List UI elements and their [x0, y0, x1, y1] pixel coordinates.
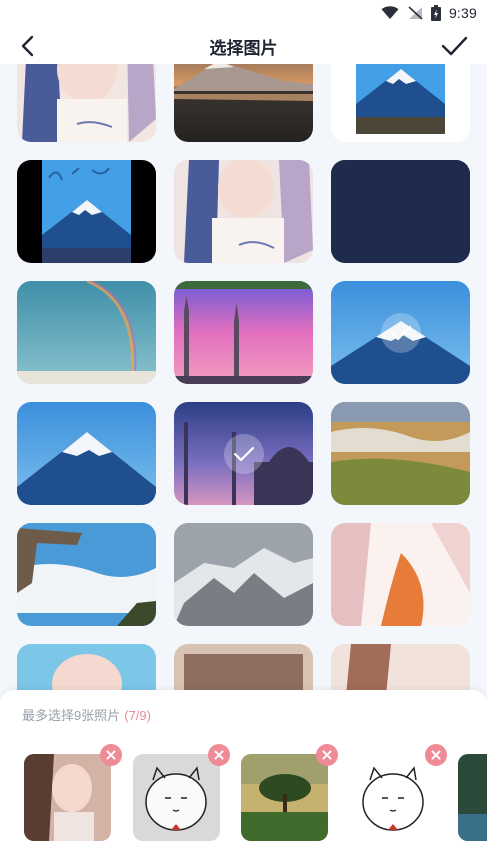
- photo-tile[interactable]: [17, 160, 156, 263]
- checkmark-icon: [233, 446, 254, 461]
- photo-grid-area[interactable]: [0, 64, 487, 690]
- selected-thumb[interactable]: [458, 754, 487, 841]
- signal-off-icon: [408, 6, 423, 20]
- remove-selected-button[interactable]: [100, 744, 122, 766]
- anime-girl-thumb: [331, 644, 470, 690]
- photo-tile[interactable]: [174, 160, 313, 263]
- cliff-clouds-thumb: [17, 523, 156, 626]
- selected-check: [223, 433, 264, 474]
- photo-tile[interactable]: [331, 402, 470, 505]
- selected-thumb[interactable]: [24, 754, 111, 841]
- photo-tile[interactable]: [174, 402, 313, 505]
- cartoon-cat-thumb: [350, 754, 437, 841]
- photo-tile[interactable]: [174, 281, 313, 384]
- remove-selected-button[interactable]: [316, 744, 338, 766]
- mount-fuji-thumb: [17, 402, 156, 505]
- cartoon-cat-thumb: [133, 754, 220, 841]
- status-time: 9:39: [448, 5, 477, 21]
- rainbow-sky-thumb: [17, 281, 156, 384]
- anime-girl-thumb: [174, 644, 313, 690]
- photo-tile[interactable]: [17, 402, 156, 505]
- photo-tile[interactable]: [174, 644, 313, 690]
- remove-selected-button[interactable]: [425, 744, 447, 766]
- selected-thumb[interactable]: [241, 754, 328, 841]
- selected-thumb[interactable]: [133, 754, 220, 841]
- selected-check: [380, 312, 421, 353]
- selected-photos-row[interactable]: [24, 744, 487, 842]
- anime-girl-thumb: [331, 523, 470, 626]
- status-icons: 9:39: [381, 3, 477, 23]
- woman-portrait-thumb: [24, 754, 111, 841]
- anime-girl-thumb: [17, 644, 156, 690]
- remove-selected-button[interactable]: [208, 744, 230, 766]
- battery-icon: [430, 5, 441, 21]
- photo-tile[interactable]: [174, 523, 313, 626]
- photo-tile[interactable]: [331, 160, 470, 263]
- selected-thumb[interactable]: [350, 754, 437, 841]
- photo-tile[interactable]: [17, 281, 156, 384]
- photo-tile[interactable]: [331, 523, 470, 626]
- photo-grid: [17, 64, 470, 690]
- photo-tile[interactable]: [174, 64, 313, 142]
- photo-tile[interactable]: [17, 523, 156, 626]
- valley-fog-thumb: [331, 402, 470, 505]
- photo-tile[interactable]: [331, 281, 470, 384]
- photo-tile[interactable]: [17, 644, 156, 690]
- selection-hint-text: 最多选择9张照片: [22, 708, 121, 723]
- navy-blank-thumb: [331, 160, 470, 263]
- tree-landscape-thumb: [241, 754, 328, 841]
- photo-tile[interactable]: [331, 644, 470, 690]
- minarets-pink-thumb: [174, 281, 313, 384]
- checkmark-icon: [390, 325, 411, 340]
- selection-panel: 最多选择9张照片 (7/9): [0, 690, 487, 865]
- status-bar: 9:39: [0, 0, 487, 26]
- confirm-button[interactable]: [439, 32, 469, 60]
- girl-portrait-thumb: [174, 160, 313, 263]
- selection-hint: 最多选择9张照片 (7/9): [22, 705, 151, 724]
- snowy-mountains-thumb: [174, 523, 313, 626]
- wifi-icon: [381, 6, 399, 19]
- selection-count: (7/9): [124, 708, 151, 723]
- page-title: 选择图片: [209, 39, 278, 58]
- fuji-sketch-thumb: [331, 64, 470, 142]
- mountain-lake-thumb: [174, 64, 313, 142]
- photo-tile[interactable]: [17, 64, 156, 142]
- title-bar: 选择图片: [0, 26, 487, 64]
- fuji-sketch-dark-thumb: [17, 160, 156, 263]
- girl-portrait-thumb: [17, 64, 156, 142]
- photo-tile[interactable]: [331, 64, 470, 142]
- checkmark-icon: [441, 36, 468, 56]
- forest-partial-thumb: [458, 754, 487, 841]
